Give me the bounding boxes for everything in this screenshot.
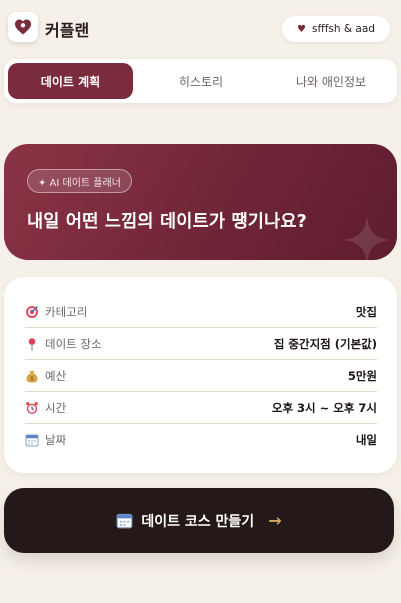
detail-row-location[interactable]: 데이트 장소 집 중간지점 (기본값): [25, 328, 377, 360]
ai-planner-badge: ✦ AI 데이트 플래너: [27, 169, 132, 193]
detail-row-date[interactable]: 날짜 내일: [25, 424, 377, 456]
create-date-course-button[interactable]: 데이트 코스 만들기 →: [4, 488, 394, 553]
heart-pin-icon: [15, 19, 31, 35]
tab-date-plan[interactable]: 데이트 계획: [8, 63, 133, 99]
calendar-icon: [25, 434, 39, 447]
pin-icon: [28, 337, 36, 350]
detail-value: 맛집: [355, 304, 377, 319]
app-logo[interactable]: [8, 12, 38, 42]
arrow-right-icon: →: [268, 511, 282, 530]
sparkle-icon: [343, 216, 391, 260]
detail-value: 내일: [355, 433, 377, 447]
app-header: 커플랜 ♥ sfffsh & aad: [0, 0, 401, 56]
app-title: 커플랜: [45, 21, 90, 40]
detail-row-category[interactable]: 카테고리 맛집: [25, 296, 377, 328]
detail-label: 데이트 장소: [45, 336, 102, 351]
detail-label: 카테고리: [45, 304, 88, 319]
alarm-clock-icon: [26, 401, 38, 414]
couple-names: sfffsh & aad: [312, 23, 375, 35]
detail-row-time[interactable]: 시간 오후 3시 ~ 오후 7시: [25, 392, 377, 424]
hero-title: 내일 어떤 느낌의 데이트가 땡기나요?: [27, 212, 308, 232]
hero-banner: ✦ AI 데이트 플래너 내일 어떤 느낌의 데이트가 땡기나요?: [4, 144, 397, 260]
detail-label: 시간: [45, 400, 67, 415]
detail-row-budget[interactable]: $ 예산 5만원: [25, 360, 377, 392]
detail-label: 날짜: [45, 433, 67, 447]
tab-profile[interactable]: 나와 애인정보: [269, 63, 393, 99]
money-bag-icon: $: [26, 370, 38, 382]
cta-label: 데이트 코스 만들기: [141, 513, 255, 530]
detail-value: 5만원: [347, 368, 377, 383]
couple-badge[interactable]: ♥ sfffsh & aad: [282, 16, 390, 42]
calendar-icon: [116, 513, 133, 529]
detail-label: 예산: [45, 368, 67, 383]
detail-value: 오후 3시 ~ 오후 7시: [271, 400, 377, 415]
tab-history[interactable]: 히스토리: [137, 63, 265, 99]
target-icon: [26, 305, 38, 318]
detail-value: 집 중간지점 (기본값): [273, 336, 377, 351]
heart-icon: ♥: [297, 23, 307, 35]
tab-bar: 데이트 계획 히스토리 나와 애인정보: [4, 59, 397, 103]
date-details-card: 카테고리 맛집 데이트 장소 집 중간지점 (기본값) $ 예산 5만원 시간 …: [4, 277, 397, 473]
svg-text:$: $: [30, 375, 34, 382]
